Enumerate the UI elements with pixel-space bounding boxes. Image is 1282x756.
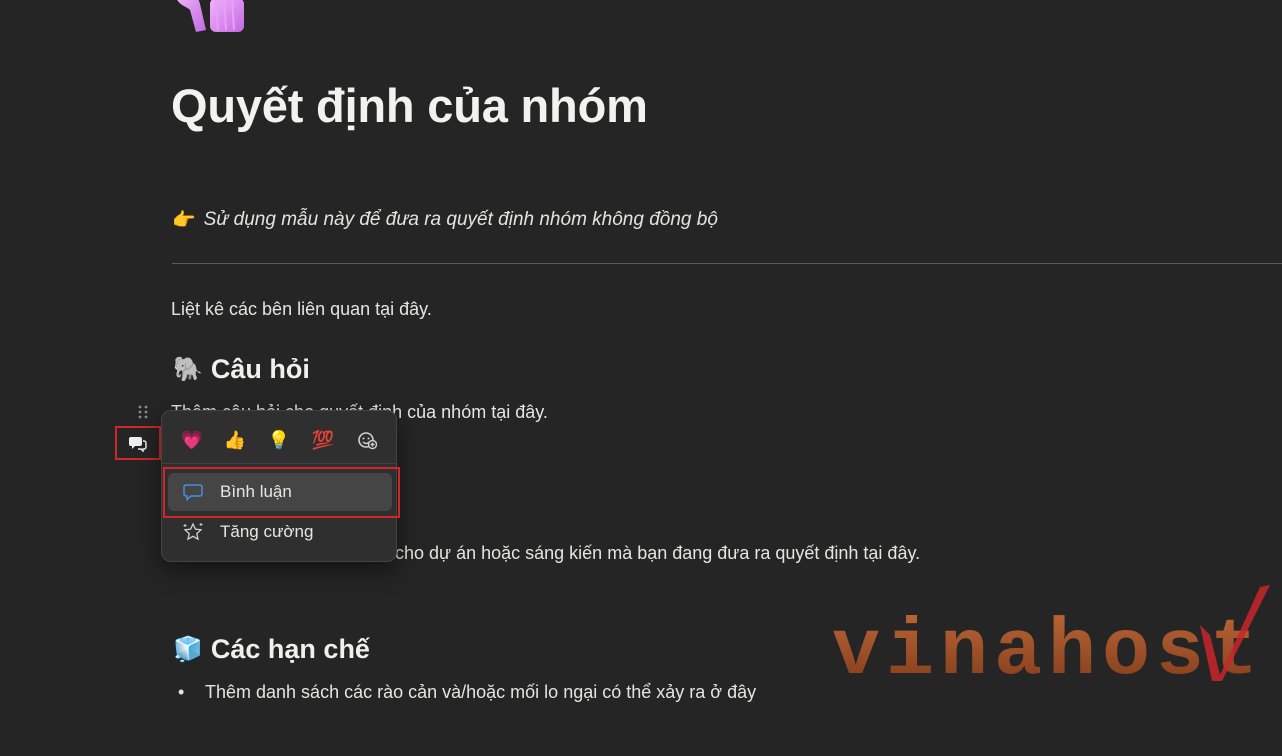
heart-icon: 💗 bbox=[180, 429, 204, 450]
page-icon[interactable] bbox=[170, 0, 246, 34]
block-comment-button[interactable] bbox=[115, 426, 161, 460]
watermark-logo: vinahost. bbox=[832, 585, 1282, 698]
callout-label: Sử dụng mẫu này để đưa ra quyết định nhó… bbox=[203, 209, 718, 230]
bullet-dot: • bbox=[178, 682, 185, 702]
popup-divider bbox=[162, 463, 396, 464]
thumbs-up-reaction-button[interactable]: 👍 bbox=[220, 425, 250, 455]
questions-heading-label: Câu hỏi bbox=[210, 354, 310, 384]
lightbulb-icon: 💡 bbox=[267, 429, 291, 450]
hundred-reaction-button[interactable]: 💯 bbox=[308, 425, 338, 455]
limits-heading[interactable]: 🧊 Các hạn chế bbox=[173, 634, 370, 665]
limits-bullet-text[interactable]: Thêm danh sách các rào cản và/hoặc mối l… bbox=[205, 682, 756, 703]
boost-menu-label: Tăng cường bbox=[220, 522, 314, 541]
elephant-icon: 🐘 bbox=[173, 356, 203, 383]
stakeholders-text[interactable]: Liệt kê các bên liên quan tại đây. bbox=[171, 299, 432, 320]
bulb-reaction-button[interactable]: 💡 bbox=[264, 425, 294, 455]
boost-menu-item[interactable]: Tăng cường bbox=[168, 513, 392, 551]
questions-heading[interactable]: 🐘 Câu hỏi bbox=[173, 354, 310, 385]
comment-bubbles-icon bbox=[129, 437, 147, 452]
limits-heading-label: Các hạn chế bbox=[210, 634, 370, 664]
drag-handle-icon[interactable] bbox=[138, 404, 150, 420]
context-text[interactable]: cho dự án hoặc sáng kiến mà bạn đang đưa… bbox=[395, 543, 920, 564]
add-emoji-icon bbox=[358, 432, 377, 450]
page-title[interactable]: Quyết định của nhóm bbox=[171, 78, 648, 133]
thumbs-up-icon: 👍 bbox=[223, 429, 247, 450]
reaction-bar: 💗 👍 💡 💯 bbox=[162, 425, 398, 455]
unicorn-icon bbox=[177, 0, 244, 32]
highlight-box bbox=[163, 467, 400, 518]
divider bbox=[172, 263, 1282, 264]
hundred-icon: 💯 bbox=[311, 429, 335, 450]
ice-cube-icon: 🧊 bbox=[173, 636, 203, 663]
vinahost-logo-icon: vinahost. bbox=[832, 585, 1282, 698]
sparkle-star-icon bbox=[182, 521, 204, 543]
heart-reaction-button[interactable]: 💗 bbox=[177, 425, 207, 455]
drag-dots-icon bbox=[138, 405, 148, 419]
add-emoji-button[interactable] bbox=[352, 425, 382, 455]
callout-text[interactable]: 👉 Sử dụng mẫu này để đưa ra quyết định n… bbox=[172, 208, 718, 232]
pointing-hand-icon: 👉 bbox=[172, 210, 196, 231]
